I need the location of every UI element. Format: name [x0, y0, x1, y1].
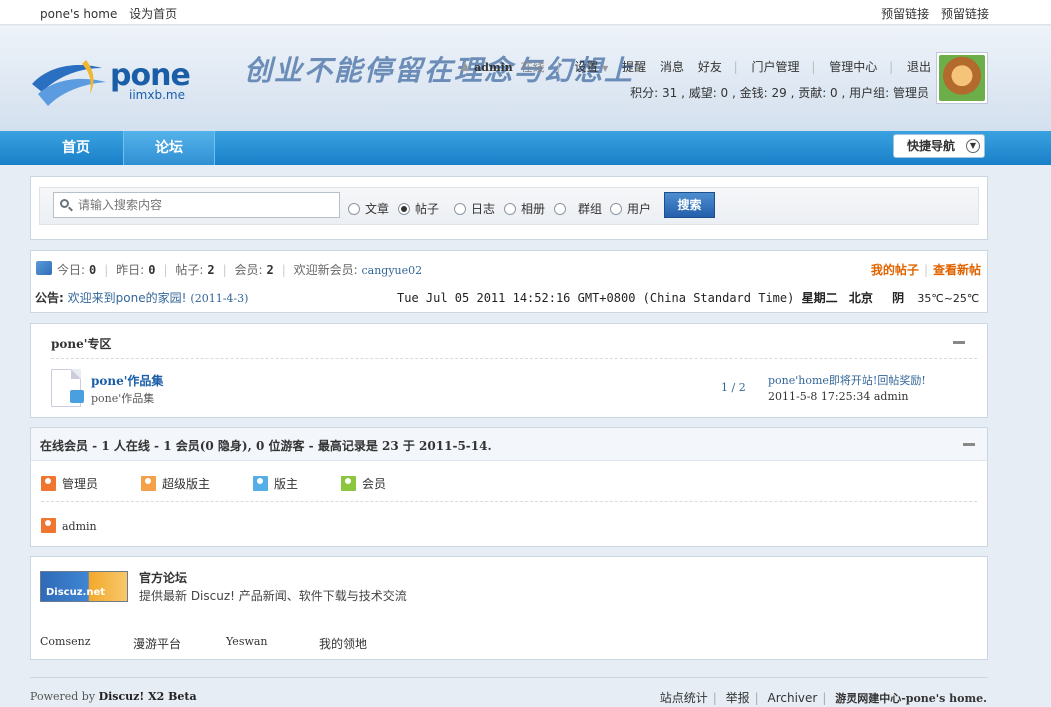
online-status: 在线	[520, 60, 545, 74]
forum-counts: 1 / 2	[721, 381, 746, 394]
weekday: 星期二	[801, 291, 838, 305]
collapse-icon[interactable]	[953, 341, 965, 344]
online-members-panel: 在线会员 - 1 人在线 - 1 会员(0 隐身), 0 位游客 - 最高记录是…	[30, 427, 988, 547]
user-stats[interactable]: 积分: 31 , 威望: 0 , 金钱: 29 , 贡献: 0 , 用户组: 管…	[630, 84, 929, 101]
user-nav: ♟ admin 在线 | 设置 ▼ 提醒 消息 好友 | 门户管理 | 管理中心…	[459, 60, 931, 74]
role-admin-legend: 管理员	[41, 475, 98, 492]
forum-name-link[interactable]: pone'作品集	[91, 372, 163, 389]
weather: 阴	[892, 291, 905, 305]
new-posts-link[interactable]: 查看新帖	[933, 263, 981, 277]
nav-home[interactable]: 首页	[30, 131, 122, 165]
reserved-link-1[interactable]: 预留链接	[881, 7, 929, 21]
last-post-meta: 2011-5-8 17:25:34 admin	[768, 390, 909, 403]
official-forum-link[interactable]: 官方论坛	[139, 569, 187, 586]
chart-icon	[36, 261, 52, 275]
search-type-user[interactable]: 用户	[610, 200, 651, 217]
admin-role-icon	[41, 518, 56, 533]
friend-link-manyou[interactable]: 漫游平台	[133, 635, 181, 652]
site-name-link[interactable]: 游灵网建中心-pone's home.	[835, 692, 987, 705]
friend-link-comsenz[interactable]: Comsenz	[40, 635, 91, 648]
admin-role-icon	[41, 476, 56, 491]
site-stats-link[interactable]: 站点统计	[660, 691, 708, 705]
online-title[interactable]: 在线会员 - 1 人在线 - 1 会员(0 隐身), 0 位游客 - 最高记录是…	[40, 437, 492, 454]
settings-link[interactable]: 设置 ▼	[574, 60, 608, 74]
search-type-group[interactable]: 群组	[554, 200, 602, 217]
clock-weather: Tue Jul 05 2011 14:52:16 GMT+0800 (China…	[397, 289, 979, 306]
portal-admin-link[interactable]: 门户管理	[752, 60, 800, 74]
reserved-link-2[interactable]: 预留链接	[941, 7, 989, 21]
collapse-icon[interactable]	[963, 443, 975, 446]
reminders-link[interactable]: 提醒	[622, 60, 646, 74]
forum-icon	[51, 369, 84, 407]
admin-center-link[interactable]: 管理中心	[829, 60, 877, 74]
search-panel: 文章 帖子 日志 相册 群组 用户 搜索	[30, 176, 988, 240]
search-type-article[interactable]: 文章	[348, 200, 389, 217]
search-button[interactable]: 搜索	[664, 192, 715, 218]
main-nav: 首页 论坛 快捷导航 ▼	[0, 131, 1051, 165]
friend-link-yeswan[interactable]: Yeswan	[226, 635, 268, 648]
official-forum-desc: 提供最新 Discuz! 产品新闻、软件下载与技术交流	[139, 589, 407, 603]
powered-by: Powered by Discuz! X2 Beta	[30, 690, 197, 703]
quick-nav-button[interactable]: 快捷导航 ▼	[893, 134, 985, 158]
my-posts-link[interactable]: 我的帖子	[871, 263, 919, 277]
friends-link[interactable]: 好友	[698, 60, 722, 74]
search-type-blog[interactable]: 日志	[454, 200, 495, 217]
site-header: pone iimxb.me 创业不能停留在理念与幻想上 ♟ admin 在线 |…	[0, 26, 1051, 131]
online-user[interactable]: admin	[41, 518, 97, 533]
datetime: Tue Jul 05 2011 14:52:16 GMT+0800 (China…	[397, 291, 795, 305]
logo-subtitle: iimxb.me	[129, 88, 185, 102]
temperature: 35℃~25℃	[917, 292, 980, 305]
announcement-link[interactable]: 欢迎来到pone的家园!	[68, 291, 187, 305]
supermod-role-icon	[141, 476, 156, 491]
friend-links-panel: Discuz.net 官方论坛 提供最新 Discuz! 产品新闻、软件下载与技…	[30, 556, 988, 660]
members-count: 2	[266, 263, 274, 277]
mod-role-icon	[253, 476, 268, 491]
archiver-link[interactable]: Archiver	[767, 691, 817, 705]
today-count: 0	[89, 263, 97, 277]
forum-category: pone'专区 pone'作品集 pone'作品集 1 / 2 pone'hom…	[30, 323, 988, 418]
member-role-icon	[341, 476, 356, 491]
search-input[interactable]	[53, 192, 340, 218]
yesterday-count: 0	[148, 263, 156, 277]
nav-forum[interactable]: 论坛	[123, 131, 215, 165]
posts-count: 2	[207, 263, 215, 277]
top-bar: pone's home 设为首页 预留链接 预留链接	[0, 0, 1051, 25]
search-icon	[60, 199, 69, 208]
category-title[interactable]: pone'专区	[51, 335, 111, 352]
messages-link[interactable]: 消息	[660, 60, 684, 74]
stats-line: 今日: 0 | 昨日: 0 | 帖子: 2 | 会员: 2 | 欢迎新会员: cangyue02	[57, 263, 423, 277]
role-supermod-legend: 超级版主	[141, 475, 210, 492]
search-type-post[interactable]: 帖子	[398, 200, 439, 217]
forum-stats-panel: 今日: 0 | 昨日: 0 | 帖子: 2 | 会员: 2 | 欢迎新会员: cangyue02…	[30, 250, 988, 313]
last-post-link[interactable]: pone'home即将开站!回帖奖励!	[768, 372, 926, 388]
site-home-link[interactable]: pone's home	[40, 7, 117, 21]
role-mod-legend: 版主	[253, 475, 298, 492]
product-link[interactable]: Discuz! X2 Beta	[99, 690, 197, 703]
set-homepage-link[interactable]: 设为首页	[129, 7, 177, 21]
search-type-album[interactable]: 相册	[504, 200, 545, 217]
footer-links: 站点统计 | 举报 | Archiver | 游灵网建中心-pone's home.	[659, 691, 987, 705]
username-link[interactable]: admin	[474, 61, 513, 74]
chevron-down-icon: ▼	[602, 64, 609, 73]
discuz-logo[interactable]: Discuz.net	[40, 571, 128, 602]
forum-description: pone'作品集	[91, 392, 155, 405]
report-link[interactable]: 举报	[726, 691, 750, 705]
logout-link[interactable]: 退出	[907, 60, 931, 74]
user-icon: ♟	[459, 60, 471, 74]
chevron-down-icon: ▼	[966, 139, 980, 153]
role-member-legend: 会员	[341, 475, 386, 492]
new-member-link[interactable]: cangyue02	[362, 264, 423, 277]
logo-swoosh-icon	[32, 60, 106, 106]
avatar[interactable]	[936, 52, 988, 104]
friend-link-mydomain[interactable]: 我的领地	[319, 635, 367, 652]
city: 北京	[848, 291, 873, 305]
announcement: 公告: 欢迎来到pone的家园! (2011-4-3)	[35, 291, 249, 305]
